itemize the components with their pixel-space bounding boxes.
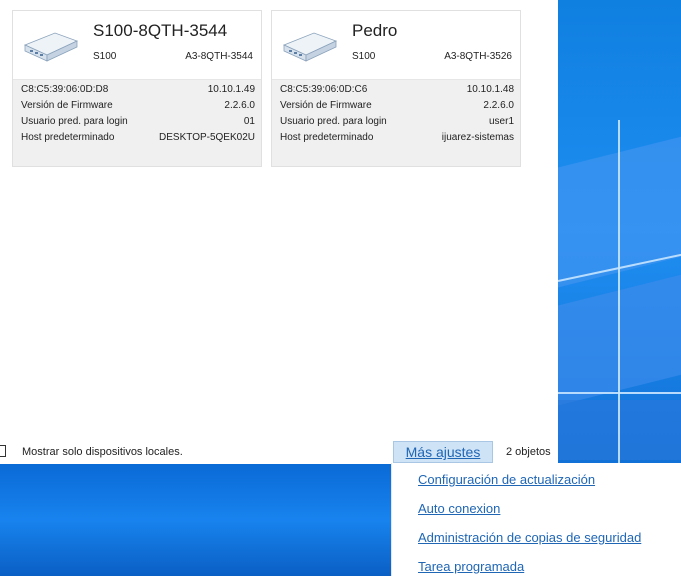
info-row: C8:C5:39:06:0D:D8 10.10.1.49 bbox=[21, 84, 255, 100]
device-model: S100 bbox=[352, 51, 376, 62]
device-card[interactable]: Pedro S100 A3-8QTH-3526 C8:C5:39:06:0D:C… bbox=[271, 10, 521, 167]
object-count: 2 objetos bbox=[506, 446, 551, 458]
menu-item-backup-admin[interactable]: Administración de copias de seguridad bbox=[418, 530, 641, 545]
info-value: 2.2.6.0 bbox=[483, 100, 514, 111]
info-value: 10.10.1.48 bbox=[466, 84, 514, 95]
desktop-background-strip bbox=[0, 464, 392, 576]
device-name: Pedro bbox=[352, 21, 398, 40]
info-key: Versión de Firmware bbox=[21, 100, 113, 111]
info-value: ijuarez-sistemas bbox=[441, 132, 514, 143]
info-row: C8:C5:39:06:0D:C6 10.10.1.48 bbox=[280, 84, 514, 100]
more-settings-menu: Configuración de actualización Auto cone… bbox=[392, 463, 681, 576]
info-key: C8:C5:39:06:0D:D8 bbox=[21, 84, 109, 95]
info-key: Usuario pred. para login bbox=[280, 116, 387, 127]
info-row: Host predeterminado ijuarez-sistemas bbox=[280, 132, 514, 148]
info-key: Host predeterminado bbox=[21, 132, 115, 143]
info-row: Versión de Firmware 2.2.6.0 bbox=[21, 100, 255, 116]
more-settings-button[interactable]: Más ajustes bbox=[393, 441, 493, 463]
device-model: S100 bbox=[93, 51, 117, 62]
menu-item-update-config[interactable]: Configuración de actualización bbox=[418, 472, 595, 487]
info-value: user1 bbox=[488, 116, 514, 127]
local-only-checkbox[interactable] bbox=[0, 445, 6, 457]
info-value: 01 bbox=[243, 116, 255, 127]
device-code: A3-8QTH-3544 bbox=[185, 51, 253, 62]
info-row: Usuario pred. para login user1 bbox=[280, 116, 514, 132]
info-key: C8:C5:39:06:0D:C6 bbox=[280, 84, 368, 95]
device-list-panel: S100-8QTH-3544 S100 A3-8QTH-3544 C8:C5:3… bbox=[0, 0, 558, 461]
device-box-icon bbox=[23, 32, 79, 62]
info-value: 10.10.1.49 bbox=[207, 84, 255, 95]
info-key: Versión de Firmware bbox=[280, 100, 372, 111]
info-key: Host predeterminado bbox=[280, 132, 374, 143]
device-box-icon bbox=[282, 32, 338, 62]
status-bar: Mostrar solo dispositivos locales. Más a… bbox=[0, 440, 558, 464]
device-code: A3-8QTH-3526 bbox=[444, 51, 512, 62]
local-only-label[interactable]: Mostrar solo dispositivos locales. bbox=[22, 446, 183, 458]
info-value: DESKTOP-5QEK02U bbox=[159, 132, 255, 143]
device-info: C8:C5:39:06:0D:C6 10.10.1.48 Versión de … bbox=[272, 79, 520, 166]
menu-item-scheduled-task[interactable]: Tarea programada bbox=[418, 559, 524, 574]
menu-item-auto-connect[interactable]: Auto conexion bbox=[418, 501, 500, 516]
info-row: Usuario pred. para login 01 bbox=[21, 116, 255, 132]
device-name: S100-8QTH-3544 bbox=[93, 21, 228, 40]
info-key: Usuario pred. para login bbox=[21, 116, 128, 127]
window-divider bbox=[558, 392, 681, 394]
device-info: C8:C5:39:06:0D:D8 10.10.1.49 Versión de … bbox=[13, 79, 261, 166]
info-value: 2.2.6.0 bbox=[224, 100, 255, 111]
device-card[interactable]: S100-8QTH-3544 S100 A3-8QTH-3544 C8:C5:3… bbox=[12, 10, 262, 167]
info-row: Host predeterminado DESKTOP-5QEK02U bbox=[21, 132, 255, 148]
info-row: Versión de Firmware 2.2.6.0 bbox=[280, 100, 514, 116]
